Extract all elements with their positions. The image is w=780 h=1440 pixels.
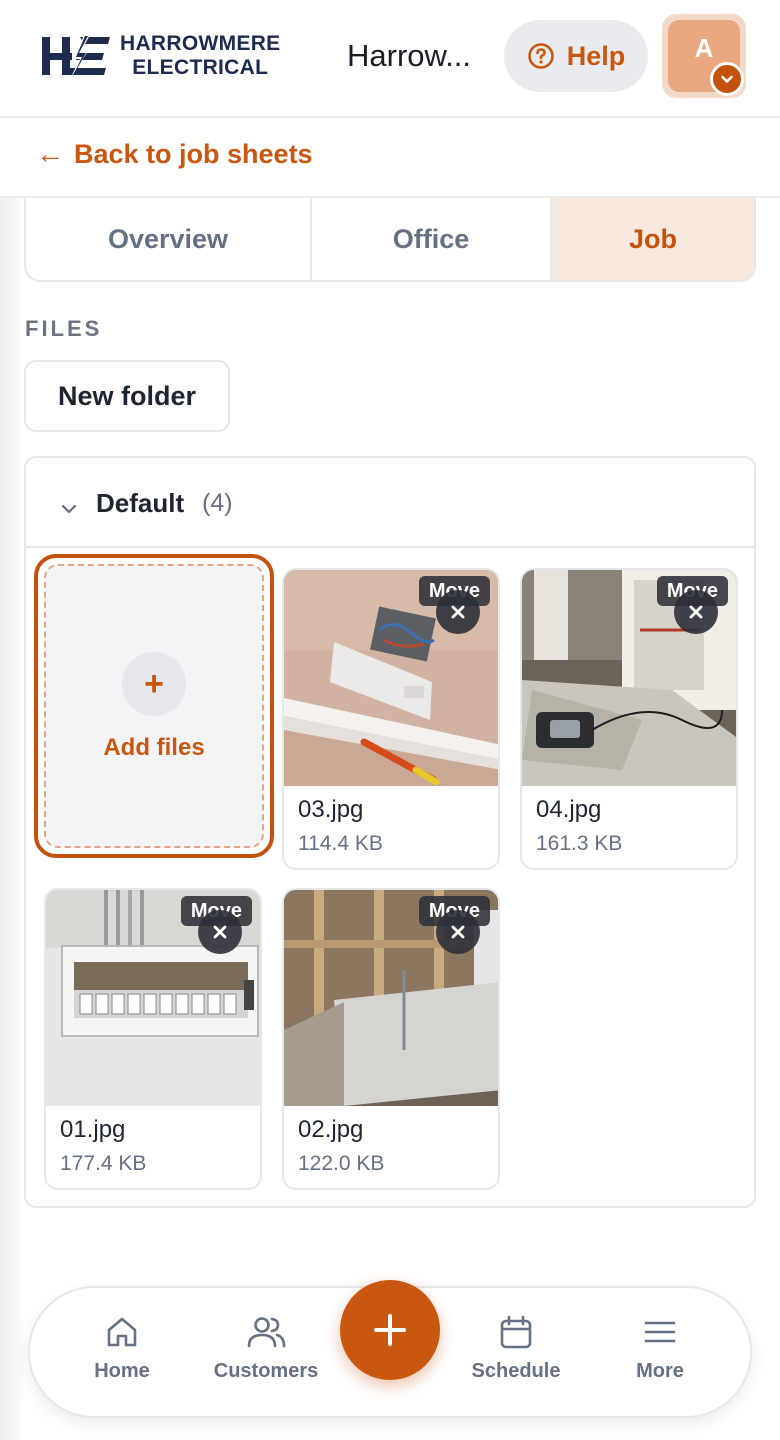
file-size: 177.4 KB xyxy=(60,1152,147,1175)
folder-file-count: (4) xyxy=(202,489,233,517)
close-icon xyxy=(451,925,465,939)
add-files-inner: + Add files xyxy=(44,564,264,848)
remove-file-button[interactable] xyxy=(674,590,718,634)
file-card[interactable]: Move 03.jpg 114.4 KB xyxy=(282,568,500,870)
file-thumbnail[interactable]: Move xyxy=(522,570,736,786)
close-icon xyxy=(689,605,703,619)
file-name: 04.jpg xyxy=(536,796,602,823)
close-icon xyxy=(213,925,227,939)
logo-line-1: HARROWMERE xyxy=(120,32,281,55)
file-name: 01.jpg xyxy=(60,1116,126,1143)
plus-icon xyxy=(374,1314,406,1346)
tab-job[interactable]: Job xyxy=(550,198,754,280)
file-name: 03.jpg xyxy=(298,796,364,823)
company-title: Harrow... xyxy=(347,38,472,73)
create-new-button[interactable] xyxy=(340,1280,440,1380)
add-files-dropzone[interactable]: + Add files xyxy=(34,554,274,858)
plus-icon: + xyxy=(122,652,186,716)
help-circle-icon xyxy=(527,43,554,69)
back-link-label: Back to job sheets xyxy=(74,138,313,169)
file-card[interactable]: Move 04.jpg 161.3 KB xyxy=(520,568,738,870)
tab-office[interactable]: Office xyxy=(310,198,550,280)
folder-panel: Default (4) + Add files 03.jpg 114.4 KB … xyxy=(24,456,756,1208)
remove-file-button[interactable] xyxy=(436,590,480,634)
files-section-label: FILES xyxy=(25,316,103,341)
back-to-job-sheets-link[interactable]: ← Back to job sheets xyxy=(36,138,313,170)
menu-icon xyxy=(644,1321,676,1343)
app-header: HARROWMERE ELECTRICAL Harrow... Help A xyxy=(0,0,780,118)
add-files-label: Add files xyxy=(103,734,205,761)
file-thumbnail[interactable]: Move xyxy=(46,890,260,1106)
file-card[interactable]: Move 01.jpg 177.4 KB xyxy=(44,888,262,1190)
remove-file-button[interactable] xyxy=(198,910,242,954)
chevron-down-icon[interactable] xyxy=(60,502,78,516)
close-icon xyxy=(451,605,465,619)
nav-item-home[interactable]: Home xyxy=(62,1314,182,1383)
file-size: 114.4 KB xyxy=(298,832,383,855)
nav-item-schedule[interactable]: Schedule xyxy=(456,1314,576,1383)
chevron-down-icon xyxy=(710,62,744,96)
remove-file-button[interactable] xyxy=(436,910,480,954)
logo-line-2: ELECTRICAL xyxy=(132,56,269,79)
logo-mark-icon xyxy=(42,35,110,79)
folder-name: Default xyxy=(96,488,185,518)
nav-label-schedule: Schedule xyxy=(471,1360,561,1382)
file-thumbnail[interactable]: Move xyxy=(284,890,498,1106)
user-avatar-menu[interactable]: A xyxy=(662,14,746,98)
nav-item-customers[interactable]: Customers xyxy=(206,1314,326,1383)
help-button[interactable]: Help xyxy=(504,20,648,92)
file-name: 02.jpg xyxy=(298,1116,364,1143)
file-thumbnail[interactable]: Move xyxy=(284,570,498,786)
new-folder-button[interactable]: New folder xyxy=(24,360,230,432)
arrow-left-icon: ← xyxy=(36,138,64,169)
nav-label-customers: Customers xyxy=(213,1360,319,1382)
file-size: 161.3 KB xyxy=(536,832,623,855)
nav-label-home: Home xyxy=(94,1360,150,1382)
logo-text: HARROWMERE ELECTRICAL xyxy=(120,32,281,80)
file-size: 122.0 KB xyxy=(298,1152,385,1175)
nav-item-more[interactable]: More xyxy=(600,1314,720,1383)
file-card[interactable]: Move 02.jpg 122.0 KB xyxy=(282,888,500,1190)
nav-label-more: More xyxy=(636,1360,684,1382)
left-edge-shade xyxy=(0,0,26,1440)
users-icon xyxy=(247,1317,286,1348)
job-tabs: Overview Office Job xyxy=(24,198,756,282)
back-bar: ← Back to job sheets xyxy=(0,118,780,198)
home-icon xyxy=(107,1317,137,1347)
folder-header[interactable]: Default (4) xyxy=(26,458,754,548)
calendar-icon xyxy=(500,1315,532,1349)
help-label: Help xyxy=(566,40,626,71)
company-logo[interactable]: HARROWMERE ELECTRICAL xyxy=(40,32,281,80)
tab-overview[interactable]: Overview xyxy=(26,198,310,280)
